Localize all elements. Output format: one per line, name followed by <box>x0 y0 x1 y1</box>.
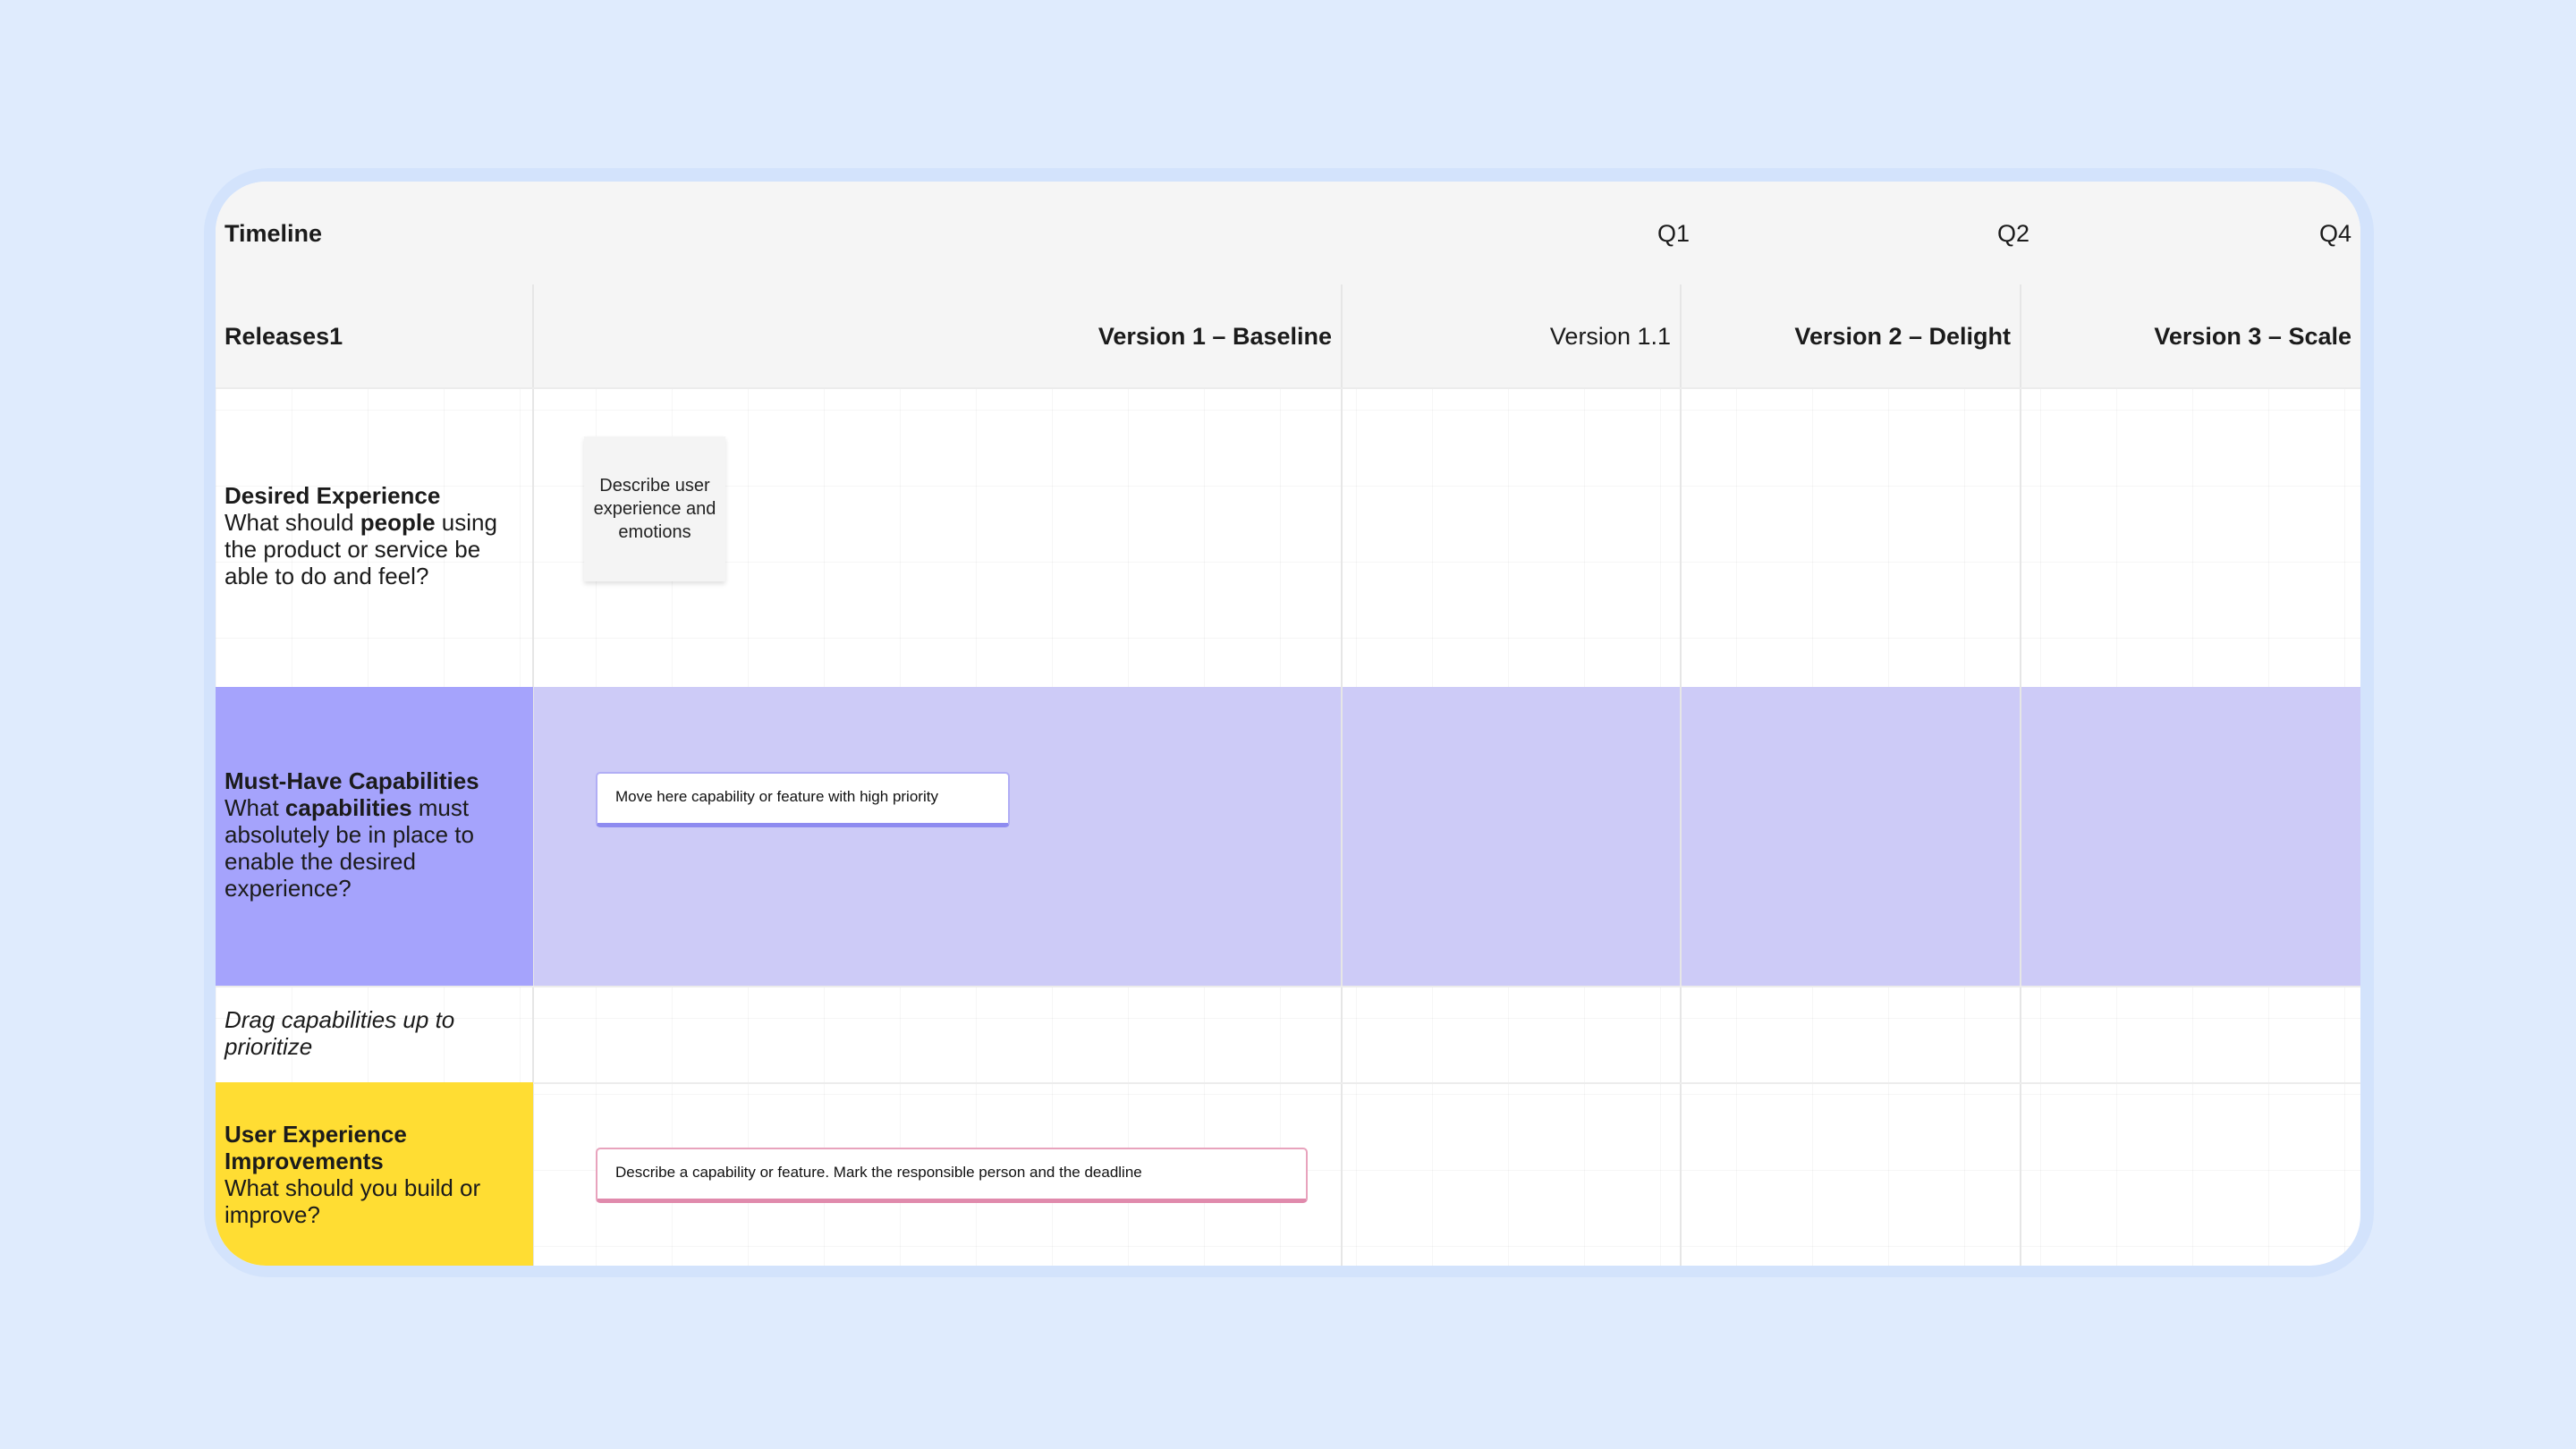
version-label-1-1: Version 1.1 <box>1549 323 1671 350</box>
version-label-2: Version 2 – Delight <box>1794 323 2011 350</box>
quarter-label-q2: Q2 <box>1996 220 2029 247</box>
sticky-note[interactable]: Describe user experience and emotions <box>584 436 725 581</box>
roadmap-board: Timeline Q1 Q2 Q4 Releases1 Version 1 – … <box>216 182 2360 1266</box>
drag-hint-label: Drag capabilities up to prioritize <box>225 1006 520 1060</box>
ux-improvements-title: User Experience Improvements <box>225 1121 407 1174</box>
column-divider <box>2020 284 2021 1266</box>
must-have-label: Must-Have Capabilities What capabilities … <box>225 767 520 902</box>
releases-label: Releases1 <box>225 323 343 350</box>
row-divider <box>216 1082 2360 1084</box>
must-have-question-bold: capabilities <box>284 794 412 821</box>
desired-experience-title: Desired Experience <box>225 482 441 509</box>
version-label-3: Version 3 – Scale <box>2154 323 2351 350</box>
capability-feature-card[interactable]: Describe a capability or feature. Mark t… <box>596 1148 1308 1203</box>
sticky-note-text: Describe user experience and emotions <box>593 476 716 542</box>
priority-capability-card-text: Move here capability or feature with hig… <box>615 788 938 805</box>
desired-experience-question-pre: What should <box>225 509 360 536</box>
column-divider <box>1341 284 1343 1266</box>
row-divider <box>216 387 2360 389</box>
header-band <box>216 182 2360 387</box>
drag-hint-text: Drag capabilities up to prioritize <box>225 1006 455 1060</box>
must-have-title: Must-Have Capabilities <box>225 767 479 794</box>
row-divider <box>216 986 2360 987</box>
capability-feature-card-text: Describe a capability or feature. Mark t… <box>615 1164 1142 1181</box>
version-label-1: Version 1 – Baseline <box>1097 323 1332 350</box>
quarter-label-q1: Q1 <box>1657 220 1690 247</box>
ux-improvements-question: What should you build or improve? <box>225 1174 481 1228</box>
timeline-label: Timeline <box>225 220 323 247</box>
column-divider <box>1680 284 1682 1266</box>
quarter-label-q4: Q4 <box>2318 220 2351 247</box>
must-have-band <box>216 687 2360 986</box>
desired-experience-label: Desired Experience What should people usi… <box>225 482 520 589</box>
desired-experience-question-bold: people <box>360 509 436 536</box>
must-have-question-pre: What <box>225 794 285 821</box>
ux-improvements-label: User Experience Improvements What should … <box>225 1121 520 1228</box>
priority-capability-card[interactable]: Move here capability or feature with hig… <box>596 772 1010 827</box>
